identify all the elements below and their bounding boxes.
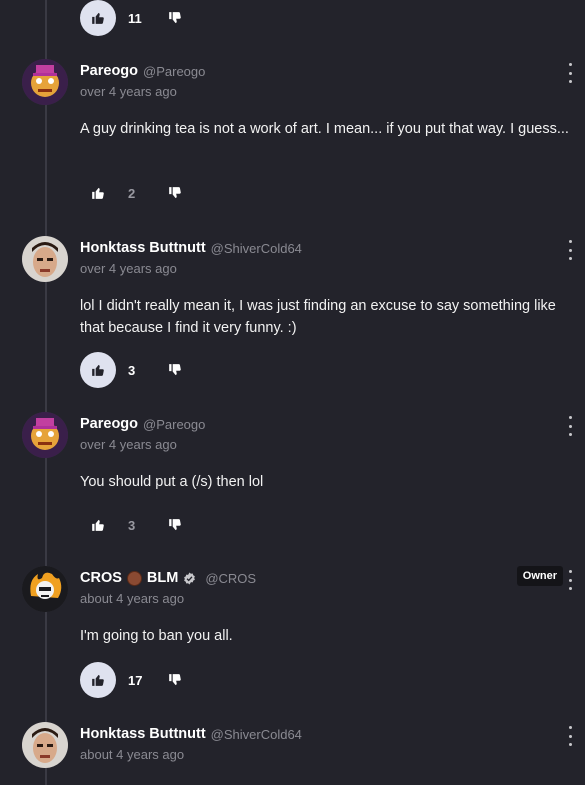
like-count: 17 <box>128 672 143 688</box>
author-name[interactable]: Pareogo <box>80 416 138 432</box>
author-name[interactable]: Honktass Buttnutt <box>80 726 206 742</box>
dislike-button[interactable] <box>166 361 184 379</box>
dislike-button[interactable] <box>166 671 184 689</box>
timestamp: about 4 years ago <box>80 747 185 762</box>
thumbs-down-icon <box>168 11 182 25</box>
timestamp: over 4 years ago <box>80 437 177 452</box>
author-name[interactable]: Honktass Buttnutt <box>80 240 206 256</box>
dislike-button[interactable] <box>166 9 184 27</box>
avatar[interactable] <box>22 59 68 105</box>
more-vertical-icon[interactable] <box>565 63 575 83</box>
thumbs-down-icon <box>168 363 182 377</box>
avatar[interactable] <box>22 236 68 282</box>
comment-text: I'm going to ban you all. <box>80 628 233 644</box>
timestamp: about 4 years ago <box>80 591 185 606</box>
thread-line <box>45 0 47 785</box>
thumbs-down-icon <box>168 186 182 200</box>
comment-actions: 11 <box>80 0 184 36</box>
like-button[interactable] <box>80 0 116 36</box>
like-button[interactable] <box>80 507 116 543</box>
like-button[interactable] <box>80 352 116 388</box>
more-vertical-icon[interactable] <box>565 570 575 590</box>
comment-actions: 3 <box>80 507 184 543</box>
author-handle[interactable]: @Pareogo <box>143 64 205 79</box>
comments-thread: 11 Pareogo @Pareogo over 4 years ago A g… <box>0 0 585 785</box>
thumbs-up-icon <box>91 186 105 200</box>
author-handle[interactable]: @ShiverCold64 <box>211 241 302 256</box>
dislike-button[interactable] <box>166 184 184 202</box>
dislike-button[interactable] <box>166 516 184 534</box>
more-vertical-icon[interactable] <box>565 416 575 436</box>
thumbs-down-icon <box>168 518 182 532</box>
owner-badge: Owner <box>516 566 563 586</box>
thumbs-up-icon <box>91 363 105 377</box>
thumbs-down-icon <box>168 673 182 687</box>
thumbs-up-icon <box>91 11 105 25</box>
avatar[interactable] <box>22 412 68 458</box>
thumbs-up-icon <box>91 518 105 532</box>
comment-text: A guy drinking tea is not a work of art.… <box>80 121 569 137</box>
author-handle[interactable]: @ShiverCold64 <box>211 727 302 742</box>
avatar[interactable] <box>22 722 68 768</box>
author-name[interactable]: CROS <box>80 570 122 586</box>
comment-actions: 2 <box>80 175 184 211</box>
verified-badge-icon <box>184 572 196 584</box>
avatar[interactable] <box>22 566 68 612</box>
like-count: 2 <box>128 185 136 201</box>
thumbs-up-icon <box>91 673 105 687</box>
like-button[interactable] <box>80 662 116 698</box>
author-name-suffix[interactable]: BLM <box>147 570 178 586</box>
like-count: 3 <box>128 517 136 533</box>
like-count: 11 <box>128 10 142 26</box>
comment-text: lol I didn't really mean it, I was just … <box>80 298 556 336</box>
author-handle[interactable]: @CROS <box>205 571 256 586</box>
timestamp: over 4 years ago <box>80 84 177 99</box>
timestamp: over 4 years ago <box>80 261 177 276</box>
more-vertical-icon[interactable] <box>565 240 575 260</box>
comment-actions: 3 <box>80 352 184 388</box>
comment-text: You should put a (/s) then lol <box>80 474 264 490</box>
more-vertical-icon[interactable] <box>565 726 575 746</box>
author-handle[interactable]: @Pareogo <box>143 417 205 432</box>
author-name[interactable]: Pareogo <box>80 63 138 79</box>
like-button[interactable] <box>80 175 116 211</box>
like-count: 3 <box>128 362 136 378</box>
raised-fist-emoji <box>126 570 142 586</box>
comment-actions: 17 <box>80 662 184 698</box>
